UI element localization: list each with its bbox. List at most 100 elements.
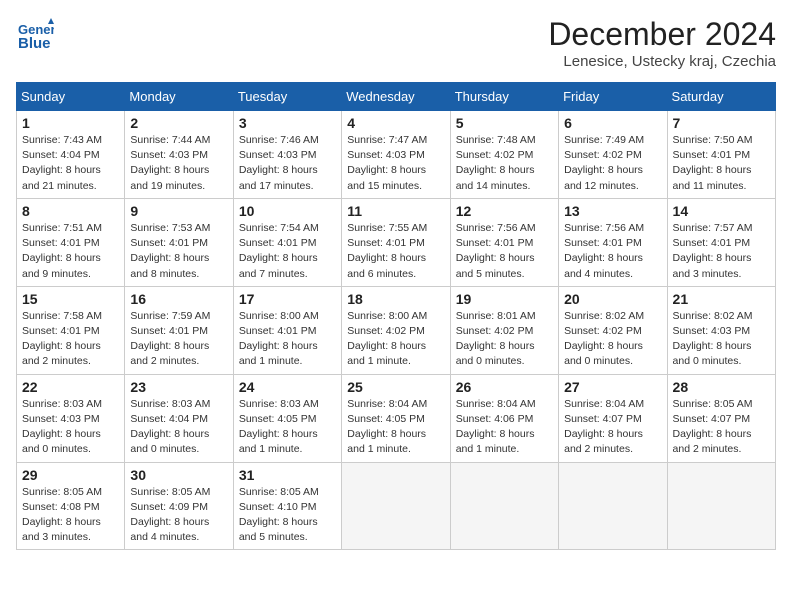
svg-text:Blue: Blue [18, 35, 51, 52]
weekday-tuesday: Tuesday [233, 83, 341, 111]
calendar-table: Sunday Monday Tuesday Wednesday Thursday… [16, 82, 776, 550]
day-number: 6 [564, 115, 661, 131]
day-info: Sunrise: 8:00 AMSunset: 4:02 PMDaylight:… [347, 309, 444, 370]
day-info: Sunrise: 8:05 AMSunset: 4:08 PMDaylight:… [22, 485, 119, 546]
day-info: Sunrise: 7:58 AMSunset: 4:01 PMDaylight:… [22, 309, 119, 370]
day-number: 1 [22, 115, 119, 131]
calendar-day-cell: 24 Sunrise: 8:03 AMSunset: 4:05 PMDaylig… [233, 374, 341, 462]
day-number: 4 [347, 115, 444, 131]
calendar-day-cell [342, 462, 450, 550]
day-number: 7 [673, 115, 770, 131]
calendar-day-cell: 18 Sunrise: 8:00 AMSunset: 4:02 PMDaylig… [342, 286, 450, 374]
calendar-day-cell: 11 Sunrise: 7:55 AMSunset: 4:01 PMDaylig… [342, 198, 450, 286]
calendar-day-cell: 6 Sunrise: 7:49 AMSunset: 4:02 PMDayligh… [559, 111, 667, 199]
day-info: Sunrise: 7:54 AMSunset: 4:01 PMDaylight:… [239, 221, 336, 282]
calendar-day-cell [667, 462, 775, 550]
day-info: Sunrise: 7:57 AMSunset: 4:01 PMDaylight:… [673, 221, 770, 282]
day-info: Sunrise: 7:55 AMSunset: 4:01 PMDaylight:… [347, 221, 444, 282]
day-number: 30 [130, 467, 227, 483]
weekday-wednesday: Wednesday [342, 83, 450, 111]
weekday-monday: Monday [125, 83, 233, 111]
calendar-week-row: 15 Sunrise: 7:58 AMSunset: 4:01 PMDaylig… [17, 286, 776, 374]
weekday-header-row: Sunday Monday Tuesday Wednesday Thursday… [17, 83, 776, 111]
day-number: 12 [456, 203, 553, 219]
calendar-day-cell: 17 Sunrise: 8:00 AMSunset: 4:01 PMDaylig… [233, 286, 341, 374]
day-number: 3 [239, 115, 336, 131]
day-info: Sunrise: 8:05 AMSunset: 4:07 PMDaylight:… [673, 397, 770, 458]
day-info: Sunrise: 8:05 AMSunset: 4:10 PMDaylight:… [239, 485, 336, 546]
day-number: 13 [564, 203, 661, 219]
day-number: 17 [239, 291, 336, 307]
day-number: 9 [130, 203, 227, 219]
day-number: 2 [130, 115, 227, 131]
day-info: Sunrise: 7:56 AMSunset: 4:01 PMDaylight:… [564, 221, 661, 282]
day-number: 20 [564, 291, 661, 307]
day-number: 15 [22, 291, 119, 307]
day-info: Sunrise: 8:05 AMSunset: 4:09 PMDaylight:… [130, 485, 227, 546]
calendar-day-cell: 30 Sunrise: 8:05 AMSunset: 4:09 PMDaylig… [125, 462, 233, 550]
day-info: Sunrise: 8:04 AMSunset: 4:06 PMDaylight:… [456, 397, 553, 458]
day-info: Sunrise: 7:59 AMSunset: 4:01 PMDaylight:… [130, 309, 227, 370]
calendar-day-cell: 2 Sunrise: 7:44 AMSunset: 4:03 PMDayligh… [125, 111, 233, 199]
calendar-day-cell: 25 Sunrise: 8:04 AMSunset: 4:05 PMDaylig… [342, 374, 450, 462]
day-info: Sunrise: 8:03 AMSunset: 4:04 PMDaylight:… [130, 397, 227, 458]
page-header: General Blue December 2024 Lenesice, Ust… [16, 16, 776, 70]
day-number: 29 [22, 467, 119, 483]
weekday-saturday: Saturday [667, 83, 775, 111]
day-number: 27 [564, 379, 661, 395]
calendar-day-cell [559, 462, 667, 550]
calendar-week-row: 8 Sunrise: 7:51 AMSunset: 4:01 PMDayligh… [17, 198, 776, 286]
day-info: Sunrise: 7:46 AMSunset: 4:03 PMDaylight:… [239, 133, 336, 194]
calendar-day-cell: 28 Sunrise: 8:05 AMSunset: 4:07 PMDaylig… [667, 374, 775, 462]
day-info: Sunrise: 8:01 AMSunset: 4:02 PMDaylight:… [456, 309, 553, 370]
calendar-day-cell: 14 Sunrise: 7:57 AMSunset: 4:01 PMDaylig… [667, 198, 775, 286]
title-area: December 2024 Lenesice, Ustecky kraj, Cz… [548, 16, 776, 70]
calendar-day-cell: 31 Sunrise: 8:05 AMSunset: 4:10 PMDaylig… [233, 462, 341, 550]
day-number: 10 [239, 203, 336, 219]
calendar-day-cell: 19 Sunrise: 8:01 AMSunset: 4:02 PMDaylig… [450, 286, 558, 374]
calendar-day-cell: 27 Sunrise: 8:04 AMSunset: 4:07 PMDaylig… [559, 374, 667, 462]
day-number: 8 [22, 203, 119, 219]
logo: General Blue [16, 16, 54, 54]
calendar-day-cell: 4 Sunrise: 7:47 AMSunset: 4:03 PMDayligh… [342, 111, 450, 199]
day-info: Sunrise: 8:00 AMSunset: 4:01 PMDaylight:… [239, 309, 336, 370]
day-number: 25 [347, 379, 444, 395]
calendar-day-cell: 20 Sunrise: 8:02 AMSunset: 4:02 PMDaylig… [559, 286, 667, 374]
calendar-day-cell: 29 Sunrise: 8:05 AMSunset: 4:08 PMDaylig… [17, 462, 125, 550]
day-info: Sunrise: 7:56 AMSunset: 4:01 PMDaylight:… [456, 221, 553, 282]
day-info: Sunrise: 7:48 AMSunset: 4:02 PMDaylight:… [456, 133, 553, 194]
calendar-day-cell [450, 462, 558, 550]
weekday-thursday: Thursday [450, 83, 558, 111]
day-info: Sunrise: 7:51 AMSunset: 4:01 PMDaylight:… [22, 221, 119, 282]
calendar-day-cell: 26 Sunrise: 8:04 AMSunset: 4:06 PMDaylig… [450, 374, 558, 462]
day-number: 26 [456, 379, 553, 395]
calendar-day-cell: 16 Sunrise: 7:59 AMSunset: 4:01 PMDaylig… [125, 286, 233, 374]
day-number: 28 [673, 379, 770, 395]
day-number: 31 [239, 467, 336, 483]
month-title: December 2024 [548, 16, 776, 53]
day-number: 5 [456, 115, 553, 131]
calendar-day-cell: 3 Sunrise: 7:46 AMSunset: 4:03 PMDayligh… [233, 111, 341, 199]
day-info: Sunrise: 8:02 AMSunset: 4:03 PMDaylight:… [673, 309, 770, 370]
day-number: 23 [130, 379, 227, 395]
calendar-day-cell: 12 Sunrise: 7:56 AMSunset: 4:01 PMDaylig… [450, 198, 558, 286]
day-info: Sunrise: 8:03 AMSunset: 4:03 PMDaylight:… [22, 397, 119, 458]
day-number: 21 [673, 291, 770, 307]
calendar-day-cell: 8 Sunrise: 7:51 AMSunset: 4:01 PMDayligh… [17, 198, 125, 286]
calendar-day-cell: 22 Sunrise: 8:03 AMSunset: 4:03 PMDaylig… [17, 374, 125, 462]
day-info: Sunrise: 8:04 AMSunset: 4:05 PMDaylight:… [347, 397, 444, 458]
day-info: Sunrise: 7:49 AMSunset: 4:02 PMDaylight:… [564, 133, 661, 194]
day-info: Sunrise: 7:44 AMSunset: 4:03 PMDaylight:… [130, 133, 227, 194]
day-info: Sunrise: 7:47 AMSunset: 4:03 PMDaylight:… [347, 133, 444, 194]
weekday-friday: Friday [559, 83, 667, 111]
day-info: Sunrise: 8:03 AMSunset: 4:05 PMDaylight:… [239, 397, 336, 458]
calendar-day-cell: 15 Sunrise: 7:58 AMSunset: 4:01 PMDaylig… [17, 286, 125, 374]
logo-icon: General Blue [16, 16, 54, 54]
location: Lenesice, Ustecky kraj, Czechia [548, 53, 776, 70]
calendar-day-cell: 7 Sunrise: 7:50 AMSunset: 4:01 PMDayligh… [667, 111, 775, 199]
day-number: 22 [22, 379, 119, 395]
calendar-week-row: 22 Sunrise: 8:03 AMSunset: 4:03 PMDaylig… [17, 374, 776, 462]
weekday-sunday: Sunday [17, 83, 125, 111]
calendar-day-cell: 1 Sunrise: 7:43 AMSunset: 4:04 PMDayligh… [17, 111, 125, 199]
calendar-day-cell: 9 Sunrise: 7:53 AMSunset: 4:01 PMDayligh… [125, 198, 233, 286]
